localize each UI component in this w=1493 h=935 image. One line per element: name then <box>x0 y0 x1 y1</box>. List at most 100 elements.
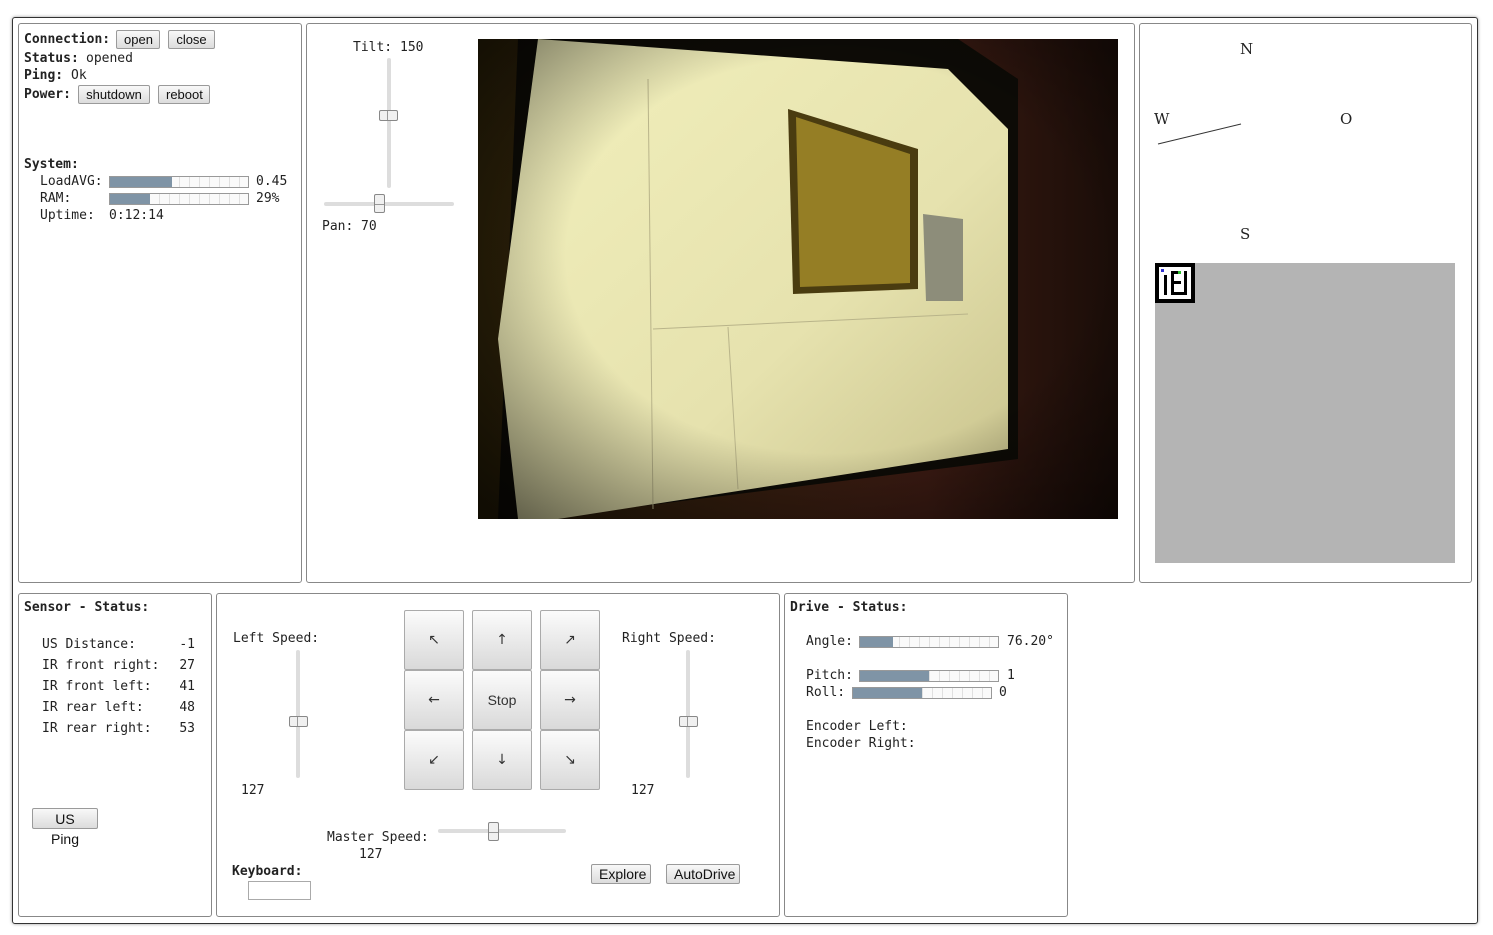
roll-value: 0 <box>999 685 1007 700</box>
sensor-label-ir-front-right: IR front right: <box>42 658 160 673</box>
tilt-slider-thumb[interactable] <box>379 110 398 121</box>
close-button[interactable]: close <box>168 30 215 49</box>
pitch-label: Pitch: <box>806 668 853 683</box>
left-speed-value: 127 <box>241 783 265 798</box>
up-left-button[interactable]: ↖ <box>404 610 464 670</box>
up-arrow-icon: ↑ <box>496 632 508 648</box>
compass-needle <box>1157 123 1242 145</box>
reboot-button[interactable]: reboot <box>158 85 210 104</box>
left-speed-slider-track[interactable] <box>296 650 300 778</box>
stop-button[interactable]: Stop <box>472 670 532 730</box>
down-right-arrow-icon: ↘ <box>564 752 576 768</box>
roll-bar <box>852 687 992 699</box>
tilt-slider-track[interactable] <box>387 58 391 188</box>
autodrive-button[interactable]: AutoDrive <box>666 864 740 884</box>
sensor-label-ir-front-left: IR front left: <box>42 679 152 694</box>
pan-value: 70 <box>361 219 377 234</box>
right-button[interactable]: → <box>540 670 600 730</box>
master-speed-slider-track[interactable] <box>438 829 566 833</box>
camera-feed <box>478 39 1118 519</box>
down-left-arrow-icon: ↙ <box>428 752 440 768</box>
pan-slider-track[interactable] <box>324 202 454 206</box>
uptime-value: 0:12:14 <box>109 208 164 223</box>
tilt-value: 150 <box>400 40 424 55</box>
left-speed-slider-thumb[interactable] <box>289 716 308 727</box>
down-left-button[interactable]: ↙ <box>404 730 464 790</box>
drive-panel: Drive - Status: Angle: 76.20° Pitch: 1 R… <box>784 593 1068 917</box>
up-right-button[interactable]: ↗ <box>540 610 600 670</box>
us-ping-button[interactable]: US Ping <box>32 808 98 847</box>
loadavg-bar <box>109 176 249 188</box>
angle-label: Angle: <box>806 634 853 649</box>
pitch-bar-fill <box>860 671 929 681</box>
camera-panel: Tilt: 150 Pan: 70 <box>306 23 1135 583</box>
roll-bar-fill <box>853 688 922 698</box>
down-right-button[interactable]: ↘ <box>540 730 600 790</box>
sensor-label-us-distance: US Distance: <box>42 637 136 652</box>
ping-label: Ping: <box>24 68 64 83</box>
compass-north: N <box>1240 40 1254 58</box>
stop-button-label: Stop <box>487 692 517 708</box>
pitch-bar <box>859 670 999 682</box>
roll-label: Roll: <box>806 685 846 700</box>
open-button[interactable]: open <box>116 30 160 49</box>
status-label: Status: <box>24 51 79 66</box>
sensor-value-ir-front-right: 27 <box>179 658 195 673</box>
loadavg-bar-fill <box>110 177 173 187</box>
left-arrow-icon: ← <box>428 692 440 708</box>
ram-bar-fill <box>110 194 151 204</box>
pan-slider-thumb[interactable] <box>374 194 385 213</box>
angle-bar-fill <box>860 637 894 647</box>
robot-map-icon <box>1155 263 1195 303</box>
drive-title: Drive - Status: <box>790 600 908 615</box>
status-value: opened <box>86 51 133 66</box>
up-right-arrow-icon: ↗ <box>564 632 576 648</box>
pan-label: Pan: <box>322 219 354 234</box>
power-label: Power: <box>24 87 71 102</box>
up-button[interactable]: ↑ <box>472 610 532 670</box>
sensor-label-ir-rear-right: IR rear right: <box>42 721 152 736</box>
shutdown-button[interactable]: shutdown <box>78 85 150 104</box>
keyboard-input[interactable] <box>248 881 311 900</box>
right-speed-slider-track[interactable] <box>686 650 690 778</box>
up-left-arrow-icon: ↖ <box>428 632 440 648</box>
ram-bar <box>109 193 249 205</box>
compass-east: O <box>1340 110 1353 128</box>
encoder-left-label: Encoder Left: <box>806 719 908 734</box>
ram-value: 29% <box>256 191 280 206</box>
sensor-value-ir-rear-left: 48 <box>179 700 195 715</box>
pitch-value: 1 <box>1007 668 1015 683</box>
right-speed-slider-thumb[interactable] <box>679 716 698 727</box>
right-speed-value: 127 <box>631 783 655 798</box>
keyboard-label: Keyboard: <box>232 864 303 879</box>
master-speed-value: 127 <box>359 847 383 862</box>
master-speed-label: Master Speed: <box>327 830 429 845</box>
loadavg-value: 0.45 <box>256 174 288 189</box>
ram-label: RAM: <box>40 191 72 206</box>
angle-bar <box>859 636 999 648</box>
right-speed-label: Right Speed: <box>622 631 716 646</box>
sensor-label-ir-rear-left: IR rear left: <box>42 700 144 715</box>
master-speed-slider-thumb[interactable] <box>488 822 499 841</box>
left-speed-label: Left Speed: <box>233 631 320 646</box>
sensor-value-us-distance: -1 <box>179 637 195 652</box>
tilt-label: Tilt: <box>353 40 393 55</box>
right-arrow-icon: → <box>564 692 576 708</box>
down-arrow-icon: ↓ <box>496 752 508 768</box>
compass-south: S <box>1240 225 1251 243</box>
loadavg-label: LoadAVG: <box>40 174 103 189</box>
sensor-value-ir-front-left: 41 <box>179 679 195 694</box>
sensor-title: Sensor - Status: <box>24 600 150 615</box>
connection-label: Connection: <box>24 32 111 47</box>
connection-panel: Connection: open close Status: opened Pi… <box>18 23 302 583</box>
explore-button[interactable]: Explore <box>591 864 651 884</box>
left-button[interactable]: ← <box>404 670 464 730</box>
sensor-panel: Sensor - Status: US Distance: -1 IR fron… <box>18 593 212 917</box>
map-area <box>1155 263 1455 563</box>
angle-value: 76.20° <box>1007 634 1054 649</box>
system-label: System: <box>24 157 79 172</box>
compass-panel: N W O S <box>1139 23 1472 583</box>
down-button[interactable]: ↓ <box>472 730 532 790</box>
uptime-label: Uptime: <box>40 208 95 223</box>
sensor-value-ir-rear-right: 53 <box>179 721 195 736</box>
